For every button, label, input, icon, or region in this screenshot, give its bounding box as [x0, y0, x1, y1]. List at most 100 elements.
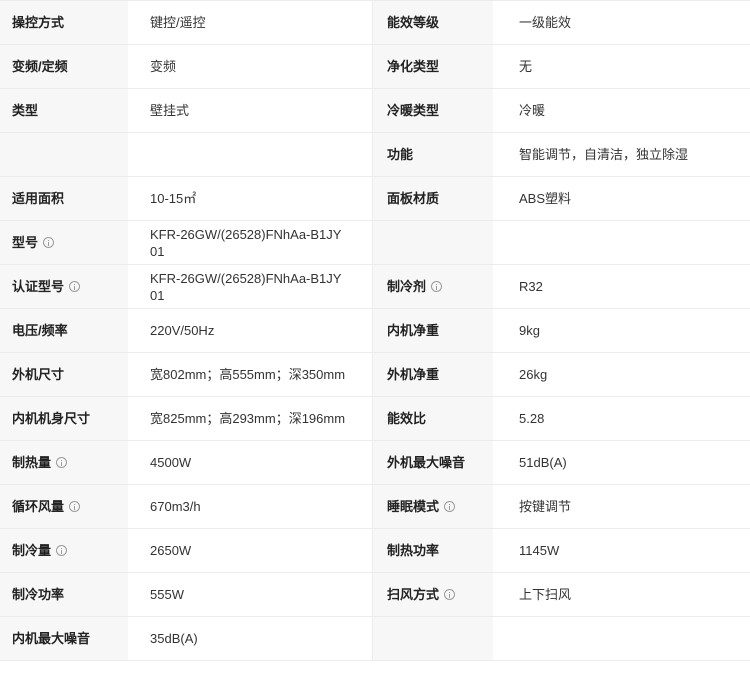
- info-circle-icon[interactable]: [444, 589, 456, 600]
- spec-value-text: KFR-26GW/(26528)FNhAa-B1JY01: [150, 270, 342, 303]
- spec-label-text: 认证型号: [12, 279, 65, 294]
- spec-label: 外机净重: [373, 353, 493, 396]
- spec-row-model: 型号 KFR-26GW/(26528)FNhAa-B1JY01: [0, 221, 750, 265]
- spec-label: 睡眠模式: [373, 485, 493, 528]
- spec-label-text: 型号: [12, 235, 39, 250]
- spec-value-text: 1145W: [519, 543, 560, 558]
- spec-value-text: 10-15㎡: [150, 191, 197, 206]
- spec-table: 操控方式 键控/遥控 能效等级 一级能效 变频/定频 变频 净化类型 无 类型 …: [0, 0, 750, 661]
- spec-value-text: 670m3/h: [150, 499, 201, 514]
- spec-row-heating: 制热量 4500W 外机最大噪音 51dB(A): [0, 441, 750, 485]
- spec-value: 一级能效: [493, 1, 750, 44]
- info-circle-icon[interactable]: [431, 281, 443, 292]
- spec-value-text: 35dB(A): [150, 631, 198, 646]
- spec-label: 内机净重: [373, 309, 493, 352]
- spec-value: 4500W: [128, 441, 373, 484]
- spec-value: 2650W: [128, 529, 373, 572]
- spec-value-text: 9kg: [519, 323, 540, 338]
- spec-label: 循环风量: [0, 485, 128, 528]
- spec-row-cooling-power: 制冷功率 555W 扫风方式 上下扫风: [0, 573, 750, 617]
- spec-value: 670m3/h: [128, 485, 373, 528]
- spec-row-cooling: 制冷量 2650W 制热功率 1145W: [0, 529, 750, 573]
- spec-label: 外机最大噪音: [373, 441, 493, 484]
- spec-value-text: 一级能效: [519, 15, 572, 30]
- spec-row-indoor-noise: 内机最大噪音 35dB(A): [0, 617, 750, 661]
- spec-value-text: 变频: [150, 59, 177, 74]
- spec-label: 制冷量: [0, 529, 128, 572]
- spec-row-cert-model: 认证型号 KFR-26GW/(26528)FNhAa-B1JY01 制冷剂 R3…: [0, 265, 750, 309]
- spec-label: 扫风方式: [373, 573, 493, 616]
- spec-value: 上下扫风: [493, 573, 750, 616]
- spec-value: 51dB(A): [493, 441, 750, 484]
- spec-value: 9kg: [493, 309, 750, 352]
- info-circle-icon[interactable]: [56, 457, 68, 468]
- spec-label: 类型: [0, 89, 128, 132]
- info-circle-icon[interactable]: [56, 545, 68, 556]
- spec-label: 型号: [0, 221, 128, 264]
- spec-value: ABS塑料: [493, 177, 750, 220]
- spec-value-text: 555W: [150, 587, 184, 602]
- spec-label: 制冷剂: [373, 265, 493, 308]
- spec-value-text: ABS塑料: [519, 191, 572, 206]
- spec-value-text: 冷暖: [519, 103, 546, 118]
- spec-value: 宽802mm；高555mm；深350mm: [128, 353, 373, 396]
- spec-value: KFR-26GW/(26528)FNhAa-B1JY01: [128, 265, 373, 308]
- spec-label-text: 睡眠模式: [387, 499, 440, 514]
- spec-value: [493, 617, 750, 660]
- spec-value-text: 51dB(A): [519, 455, 567, 470]
- spec-value: 35dB(A): [128, 617, 373, 660]
- spec-row-voltage: 电压/频率 220V/50Hz 内机净重 9kg: [0, 309, 750, 353]
- spec-label: [373, 617, 493, 660]
- info-circle-icon[interactable]: [69, 501, 81, 512]
- spec-label: 电压/频率: [0, 309, 128, 352]
- spec-value-text: 键控/遥控: [150, 15, 206, 30]
- spec-value: 智能调节，自清洁，独立除湿: [493, 133, 750, 176]
- spec-label-text: 制冷量: [12, 543, 52, 558]
- info-circle-icon[interactable]: [444, 501, 456, 512]
- spec-row-outdoor-size: 外机尺寸 宽802mm；高555mm；深350mm 外机净重 26kg: [0, 353, 750, 397]
- spec-row-airflow: 循环风量 670m3/h 睡眠模式 按键调节: [0, 485, 750, 529]
- spec-label: 冷暖类型: [373, 89, 493, 132]
- spec-row-area: 适用面积 10-15㎡ 面板材质 ABS塑料: [0, 177, 750, 221]
- spec-label-text: 扫风方式: [387, 587, 440, 602]
- spec-value: R32: [493, 265, 750, 308]
- info-circle-icon[interactable]: [43, 237, 55, 248]
- spec-label: 净化类型: [373, 45, 493, 88]
- spec-label: [0, 133, 128, 176]
- spec-value-text: 220V/50Hz: [150, 323, 215, 338]
- spec-value: 1145W: [493, 529, 750, 572]
- spec-row-control-mode: 操控方式 键控/遥控 能效等级 一级能效: [0, 1, 750, 45]
- spec-row-type: 类型 壁挂式 冷暖类型 冷暖: [0, 89, 750, 133]
- spec-value-text: 按键调节: [519, 499, 572, 514]
- spec-value: 键控/遥控: [128, 1, 373, 44]
- spec-value-text: 26kg: [519, 367, 548, 382]
- spec-label: 变频/定频: [0, 45, 128, 88]
- spec-label-text: 制热量: [12, 455, 52, 470]
- spec-label: 制热功率: [373, 529, 493, 572]
- spec-value: 555W: [128, 573, 373, 616]
- spec-label: 外机尺寸: [0, 353, 128, 396]
- spec-value: 220V/50Hz: [128, 309, 373, 352]
- spec-label: 能效比: [373, 397, 493, 440]
- spec-value: [128, 133, 373, 176]
- spec-value: 壁挂式: [128, 89, 373, 132]
- spec-label: 适用面积: [0, 177, 128, 220]
- spec-value-text: 4500W: [150, 455, 192, 470]
- spec-row-function: 功能 智能调节，自清洁，独立除湿: [0, 133, 750, 177]
- spec-label: 操控方式: [0, 1, 128, 44]
- spec-value-text: 壁挂式: [150, 103, 190, 118]
- spec-label: 内机机身尺寸: [0, 397, 128, 440]
- info-circle-icon[interactable]: [69, 281, 81, 292]
- spec-label: 制冷功率: [0, 573, 128, 616]
- spec-row-inverter: 变频/定频 变频 净化类型 无: [0, 45, 750, 89]
- spec-value-text: 上下扫风: [519, 587, 572, 602]
- spec-label: 面板材质: [373, 177, 493, 220]
- spec-row-indoor-size: 内机机身尺寸 宽825mm；高293mm；深196mm 能效比 5.28: [0, 397, 750, 441]
- spec-value-text: 宽825mm；高293mm；深196mm: [150, 411, 346, 426]
- spec-label-text: 制冷剂: [387, 279, 427, 294]
- spec-value: 26kg: [493, 353, 750, 396]
- spec-value-text: 5.28: [519, 411, 545, 426]
- spec-label-text: 循环风量: [12, 499, 65, 514]
- spec-value: 无: [493, 45, 750, 88]
- spec-value: 按键调节: [493, 485, 750, 528]
